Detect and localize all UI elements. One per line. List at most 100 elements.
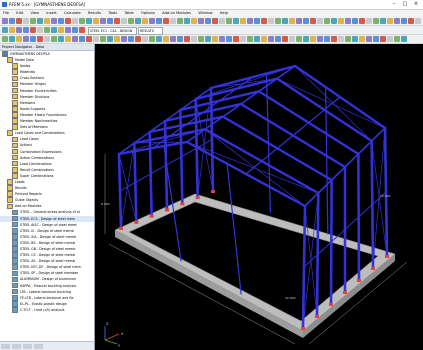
toolbar-button[interactable] xyxy=(44,36,50,42)
menu-options[interactable]: Options xyxy=(138,10,158,17)
toolbar-button[interactable] xyxy=(268,36,274,42)
toolbar-button[interactable] xyxy=(184,36,190,42)
navigator-tab-views[interactable] xyxy=(23,343,32,349)
toolbar-button[interactable] xyxy=(317,18,323,24)
menu-help[interactable]: Help xyxy=(217,10,231,17)
toolbar-button[interactable] xyxy=(240,36,246,42)
toolbar-button[interactable] xyxy=(142,36,148,42)
toolbar-button[interactable] xyxy=(72,27,78,33)
toolbar-button[interactable] xyxy=(205,18,211,24)
toolbar-button[interactable] xyxy=(72,36,78,42)
toolbar-button[interactable] xyxy=(9,18,15,24)
model-viewport[interactable]: X Y Z 32.000 15.000 8.000 xyxy=(95,44,423,350)
toolbar-button[interactable] xyxy=(359,18,365,24)
toolbar-button[interactable] xyxy=(191,18,197,24)
toolbar-button[interactable] xyxy=(394,36,400,42)
toolbar-button[interactable] xyxy=(233,18,239,24)
toolbar-button[interactable] xyxy=(65,18,71,24)
toolbar-button[interactable] xyxy=(212,36,218,42)
toolbar-button[interactable] xyxy=(317,36,323,42)
toolbar-button[interactable] xyxy=(93,36,99,42)
toolbar-button[interactable] xyxy=(2,36,8,42)
menu-view[interactable]: View xyxy=(28,10,43,17)
menu-file[interactable]: File xyxy=(0,10,12,17)
menu-add-on-modules[interactable]: Add-on Modules xyxy=(159,10,194,17)
menu-calculate[interactable]: Calculate xyxy=(61,10,84,17)
toolbar-button[interactable] xyxy=(380,36,386,42)
toolbar-button[interactable] xyxy=(44,27,50,33)
toolbar-button[interactable] xyxy=(366,18,372,24)
toolbar-button[interactable] xyxy=(261,36,267,42)
toolbar-button[interactable] xyxy=(303,18,309,24)
toolbar-button[interactable] xyxy=(387,18,393,24)
toolbar-button[interactable] xyxy=(16,18,22,24)
close-icon[interactable]: × xyxy=(411,1,421,8)
toolbar-button[interactable] xyxy=(37,36,43,42)
toolbar-button[interactable] xyxy=(121,18,127,24)
toolbar-button[interactable] xyxy=(23,18,29,24)
toolbar-button[interactable] xyxy=(163,36,169,42)
maximize-icon[interactable]: □ xyxy=(400,1,410,8)
toolbar-button[interactable] xyxy=(261,18,267,24)
toolbar-button[interactable] xyxy=(37,27,43,33)
toolbar-button[interactable] xyxy=(226,36,232,42)
navigator-tab-display[interactable] xyxy=(12,343,21,349)
toolbar-button[interactable] xyxy=(135,36,141,42)
toolbar-button[interactable] xyxy=(247,18,253,24)
toolbar-button[interactable] xyxy=(352,18,358,24)
toolbar-button[interactable] xyxy=(380,18,386,24)
toolbar-button[interactable] xyxy=(345,36,351,42)
toolbar-button[interactable] xyxy=(387,36,393,42)
minimize-icon[interactable]: – xyxy=(389,1,399,8)
toolbar-button[interactable] xyxy=(275,36,281,42)
tree-item[interactable]: C-TO-T - Limit (c/t) analysis xyxy=(0,307,94,313)
toolbar-button[interactable] xyxy=(16,36,22,42)
menu-table[interactable]: Table xyxy=(121,10,136,17)
toolbar-button[interactable] xyxy=(163,18,169,24)
toolbar-button[interactable] xyxy=(282,18,288,24)
toolbar-button[interactable] xyxy=(240,18,246,24)
toolbar-button[interactable] xyxy=(324,36,330,42)
menu-insert[interactable]: Insert xyxy=(43,10,59,17)
toolbar-button[interactable] xyxy=(233,36,239,42)
toolbar-button[interactable] xyxy=(324,18,330,24)
toolbar-button[interactable] xyxy=(226,18,232,24)
toolbar-button[interactable] xyxy=(156,18,162,24)
toolbar-button[interactable] xyxy=(65,36,71,42)
toolbar-button[interactable] xyxy=(289,36,295,42)
toolbar-button[interactable] xyxy=(275,18,281,24)
toolbar-button[interactable] xyxy=(296,18,302,24)
menu-results[interactable]: Results xyxy=(85,10,104,17)
toolbar-button[interactable] xyxy=(254,36,260,42)
toolbar-button[interactable] xyxy=(79,18,85,24)
toolbar-button[interactable] xyxy=(30,27,36,33)
toolbar-button[interactable] xyxy=(23,27,29,33)
toolbar-button[interactable] xyxy=(93,18,99,24)
toolbar-button[interactable] xyxy=(149,18,155,24)
toolbar-button[interactable] xyxy=(394,18,400,24)
toolbar-button[interactable] xyxy=(58,18,64,24)
toolbar-button[interactable] xyxy=(198,18,204,24)
rfem-app-icon[interactable] xyxy=(2,2,7,7)
menu-tools[interactable]: Tools xyxy=(105,10,120,17)
toolbar-button[interactable] xyxy=(401,36,407,42)
toolbar-button[interactable] xyxy=(170,36,176,42)
toolbar-button[interactable] xyxy=(37,18,43,24)
toolbar-button[interactable] xyxy=(51,36,57,42)
navigator-tab-data[interactable] xyxy=(1,343,10,349)
toolbar-button[interactable] xyxy=(205,36,211,42)
toolbar-button[interactable] xyxy=(268,18,274,24)
toolbar-button[interactable] xyxy=(30,36,36,42)
toolbar-button[interactable] xyxy=(331,36,337,42)
toolbar-button[interactable] xyxy=(72,18,78,24)
toolbar-button[interactable] xyxy=(121,36,127,42)
toolbar-button[interactable] xyxy=(338,36,344,42)
toolbar-button[interactable] xyxy=(219,36,225,42)
toolbar-button[interactable] xyxy=(65,27,71,33)
toolbar-button[interactable] xyxy=(338,18,344,24)
toolbar-button[interactable] xyxy=(100,36,106,42)
toolbar-button[interactable] xyxy=(415,18,421,24)
toolbar-button[interactable] xyxy=(128,18,134,24)
toolbar-button[interactable] xyxy=(170,18,176,24)
toolbar-button[interactable] xyxy=(135,18,141,24)
